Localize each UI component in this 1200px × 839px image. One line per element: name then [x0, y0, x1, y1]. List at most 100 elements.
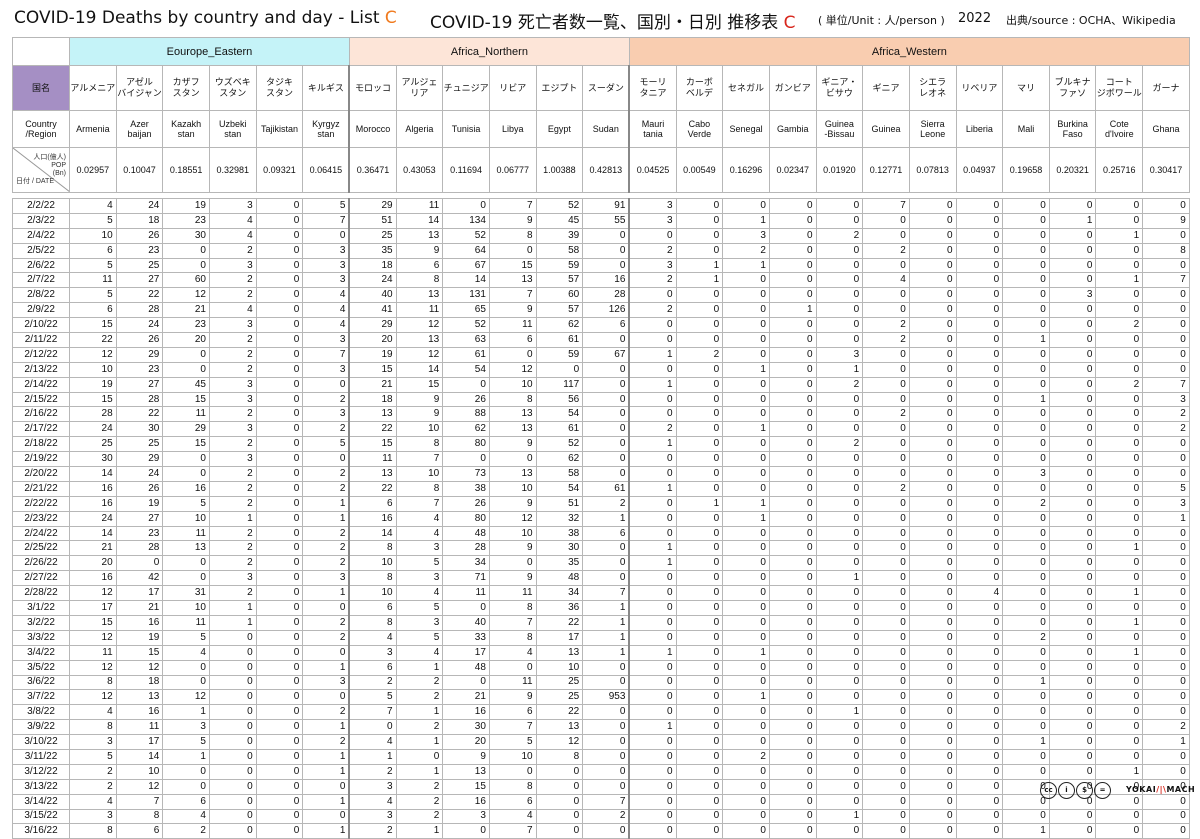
death-count-cell: 38 — [442, 480, 490, 497]
death-count-cell: 0 — [862, 763, 910, 780]
death-count-cell: 0 — [628, 629, 677, 646]
death-count-cell: 2 — [302, 734, 351, 750]
death-count-cell: 0 — [722, 808, 770, 825]
table-row: 2/28/22 12 17 31 2 0 1 10 4 11 11 34 7 0 0 0 0 0 0 0 4 0 0 1 0 — [12, 585, 1190, 602]
death-count-cell: 3 — [302, 257, 351, 274]
death-count-cell: 0 — [535, 823, 584, 839]
death-count-cell: 0 — [1002, 198, 1050, 214]
death-count-cell: 0 — [908, 272, 957, 289]
death-count-cell: 1 — [1095, 644, 1144, 661]
death-count-cell: 0 — [1142, 763, 1190, 780]
death-count-cell: 19 — [348, 346, 397, 363]
death-count-cell: 0 — [955, 361, 1004, 378]
death-count-cell: 2 — [302, 629, 351, 646]
death-count-cell: 0 — [768, 495, 817, 512]
death-count-cell: 5 — [395, 629, 444, 646]
death-count-cell: 4 — [488, 644, 537, 661]
death-count-cell: 4 — [69, 198, 117, 214]
death-count-cell: 4 — [488, 808, 537, 825]
death-count-cell: 0 — [768, 361, 817, 378]
death-count-cell: 0 — [1048, 495, 1097, 512]
death-count-cell: 0 — [1048, 585, 1097, 602]
death-count-cell: 0 — [1048, 629, 1097, 646]
death-count-cell: 0 — [722, 302, 770, 319]
death-count-cell: 2 — [815, 227, 864, 244]
death-count-cell: 0 — [675, 480, 724, 497]
death-count-cell: 12 — [162, 287, 210, 304]
death-count-cell: 0 — [908, 778, 957, 795]
death-count-cell: 0 — [675, 421, 724, 438]
death-count-cell: 9 — [395, 391, 444, 408]
death-count-cell: 51 — [535, 495, 584, 512]
death-count-cell: 0 — [535, 808, 584, 825]
death-count-cell: 5 — [162, 734, 210, 750]
death-count-cell: 0 — [1048, 480, 1097, 497]
death-count-cell: 0 — [955, 436, 1004, 453]
death-count-cell: 21 — [348, 376, 397, 393]
death-count-cell: 0 — [815, 317, 864, 334]
death-count-cell: 117 — [535, 376, 584, 393]
death-count-cell: 0 — [815, 198, 864, 214]
death-count-cell: 0 — [955, 525, 1004, 542]
population-value: 1.00388 — [535, 147, 584, 193]
death-count-cell: 0 — [1002, 748, 1050, 765]
population-value: 0.09321 — [255, 147, 304, 193]
death-count-cell: 0 — [862, 361, 910, 378]
death-count-cell: 14 — [395, 361, 444, 378]
death-count-cell: 6 — [69, 242, 117, 259]
death-count-cell: 0 — [955, 659, 1004, 676]
death-count-cell: 1 — [302, 495, 351, 512]
death-count-cell: 16 — [69, 480, 117, 497]
region-group-header: Eourope_Eastern — [69, 37, 350, 66]
death-count-cell: 0 — [722, 793, 770, 810]
death-count-cell: 20 — [69, 555, 117, 572]
death-count-cell: 1 — [302, 719, 351, 736]
death-count-cell: 0 — [535, 763, 584, 780]
death-count-cell: 25 — [535, 689, 584, 706]
death-count-cell: 0 — [255, 704, 304, 721]
death-count-cell: 19 — [115, 495, 164, 512]
death-count-cell: 0 — [255, 361, 304, 378]
death-count-cell: 11 — [162, 614, 210, 631]
death-count-cell: 9 — [442, 748, 490, 765]
date-cell: 2/3/22 — [12, 212, 70, 229]
table-row: 2/9/22 6 28 21 4 0 4 41 11 65 9 57 126 2 0 0 1 0 0 0 0 0 0 0 0 — [12, 302, 1190, 319]
death-count-cell: 0 — [768, 719, 817, 736]
corner-pop-date: 人口(億人) POP (Bn) 日付 / DATE — [12, 147, 70, 193]
death-count-cell: 25 — [69, 436, 117, 453]
death-count-cell: 0 — [815, 823, 864, 839]
date-cell: 3/11/22 — [12, 748, 70, 765]
death-count-cell: 0 — [722, 570, 770, 587]
death-count-cell: 0 — [722, 540, 770, 557]
death-count-cell: 0 — [908, 287, 957, 304]
death-count-cell: 0 — [1142, 600, 1190, 616]
date-cell: 3/4/22 — [12, 644, 70, 661]
corner-blank — [12, 37, 70, 66]
death-count-cell: 13 — [348, 406, 397, 423]
death-count-cell: 0 — [162, 674, 210, 691]
death-count-cell: 2 — [208, 436, 257, 453]
death-count-cell: 10 — [69, 361, 117, 378]
death-count-cell: 0 — [1142, 674, 1190, 691]
death-count-cell: 30 — [115, 421, 164, 438]
death-count-cell: 0 — [1095, 629, 1144, 646]
death-count-cell: 6 — [582, 317, 631, 334]
death-count-cell: 0 — [722, 629, 770, 646]
death-count-cell: 12 — [69, 585, 117, 602]
death-count-cell: 0 — [628, 823, 677, 839]
date-cell: 3/10/22 — [12, 734, 70, 750]
death-count-cell: 0 — [815, 629, 864, 646]
table-row: 2/13/22 10 23 0 2 0 3 15 14 54 12 0 0 0 0 1 0 1 0 0 0 0 0 0 0 — [12, 361, 1190, 378]
death-count-cell: 11 — [395, 302, 444, 319]
death-count-cell: 10 — [162, 600, 210, 616]
corner-label-jp: 国名 — [12, 65, 70, 111]
date-cell: 2/12/22 — [12, 346, 70, 363]
page-title-en: COVID-19 Deaths by country and day - Lis… — [14, 8, 397, 28]
death-count-cell: 9 — [395, 242, 444, 259]
death-count-cell: 0 — [768, 763, 817, 780]
death-count-cell: 0 — [862, 391, 910, 408]
country-name-en: Guinea -Bissau — [815, 110, 864, 148]
death-count-cell: 16 — [69, 495, 117, 512]
death-count-cell: 0 — [675, 391, 724, 408]
death-count-cell: 0 — [815, 302, 864, 319]
